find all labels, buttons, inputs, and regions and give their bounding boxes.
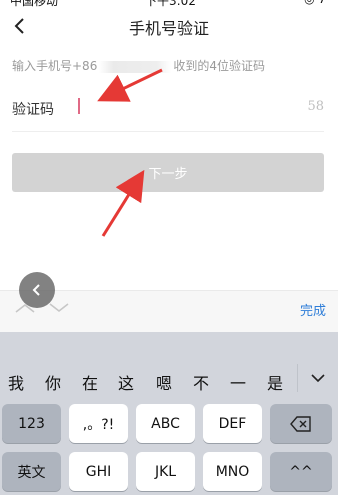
key-punctuation[interactable]: ,。?!	[69, 404, 128, 443]
candidate-word[interactable]: 是	[267, 370, 283, 394]
sms-hint: 输入手机号+86 收到的4位验证码	[12, 57, 265, 74]
key-mno[interactable]: MNO	[203, 452, 262, 491]
sms-hint-prefix: 输入手机号+86	[12, 59, 98, 73]
candidate-word[interactable]: 不	[193, 370, 209, 394]
candidate-word[interactable]: 在	[82, 370, 98, 394]
done-button[interactable]: 完成	[300, 300, 326, 319]
key-numbers[interactable]: 123	[2, 404, 61, 443]
candidate-word[interactable]: 嗯	[156, 370, 172, 394]
text-cursor	[78, 98, 80, 114]
key-abc[interactable]: ABC	[136, 404, 195, 443]
sms-hint-suffix: 收到的4位验证码	[173, 59, 265, 73]
key-ghi[interactable]: GHI	[69, 452, 128, 491]
verification-code-input[interactable]	[78, 95, 282, 121]
code-label: 验证码	[12, 102, 54, 118]
masked-phone-number	[99, 60, 172, 73]
candidate-separator	[297, 364, 298, 392]
candidate-word[interactable]: 这	[118, 370, 134, 394]
input-divider	[12, 131, 324, 132]
expand-candidates-icon[interactable]	[306, 366, 330, 390]
candidate-word[interactable]: 一	[230, 370, 246, 394]
next-step-button[interactable]: 下一步	[12, 153, 324, 192]
resend-countdown: 58	[307, 99, 324, 114]
next-field-icon[interactable]	[48, 300, 70, 319]
status-time: 下午3:02	[145, 0, 196, 8]
key-english[interactable]: 英文	[2, 452, 61, 491]
backspace-icon	[290, 415, 311, 432]
collapse-keyboard-button[interactable]	[19, 272, 55, 308]
annotation-arrows	[97, 68, 163, 237]
key-jkl[interactable]: JKL	[136, 452, 195, 491]
page-title: 手机号验证	[128, 19, 209, 38]
key-emoticon[interactable]: ^^	[270, 452, 332, 491]
status-icons: ◎ 7	[304, 0, 326, 6]
status-carrier: 中国移动	[10, 0, 59, 8]
candidate-word[interactable]: 我	[8, 370, 24, 394]
chevron-left-icon	[32, 284, 40, 296]
backspace-key[interactable]	[270, 404, 332, 443]
key-def[interactable]: DEF	[203, 404, 262, 443]
candidate-word[interactable]: 你	[45, 370, 61, 394]
